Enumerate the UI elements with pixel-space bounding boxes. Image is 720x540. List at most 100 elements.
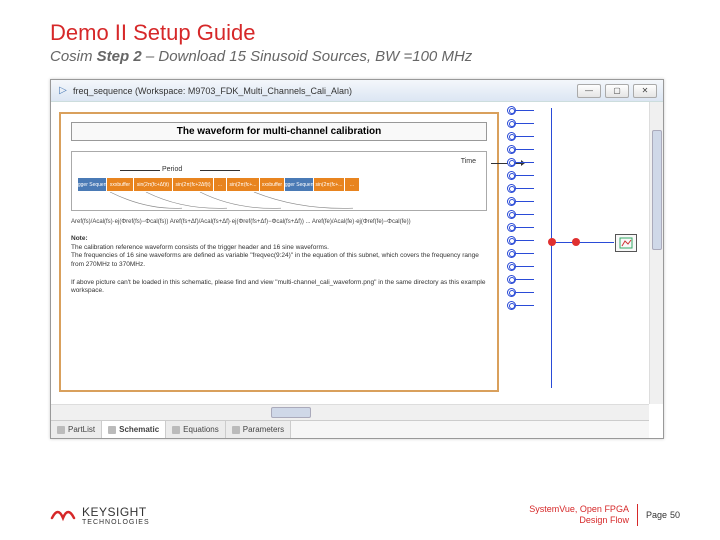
source-icon (507, 262, 516, 271)
keysight-icon (50, 504, 76, 526)
note-box: Note: The calibration reference waveform… (71, 235, 487, 296)
page-number: 50 (670, 510, 680, 520)
waveform-block: sin(2π(fc+... (227, 178, 259, 191)
source-wire (516, 162, 534, 163)
tab-parameters[interactable]: Parameters (226, 421, 291, 438)
window-title: freq_sequence (Workspace: M9703_FDK_Mult… (73, 86, 352, 96)
source-block[interactable] (507, 249, 534, 258)
source-block[interactable] (507, 158, 534, 167)
source-block[interactable] (507, 210, 534, 219)
waveform-block: xxxbuffer (107, 178, 133, 191)
source-icon (507, 106, 516, 115)
source-icon (507, 275, 516, 284)
source-icon (507, 145, 516, 154)
tab-icon (232, 426, 240, 434)
waveform-block: sin(2π(fc+Δf)t) (134, 178, 172, 191)
source-icon (507, 288, 516, 297)
source-icon (507, 236, 516, 245)
subtitle-step: Step 2 (97, 48, 142, 65)
maximize-button[interactable]: ▢ (605, 84, 629, 98)
tab-equations[interactable]: Equations (166, 421, 226, 438)
source-block[interactable] (507, 223, 534, 232)
block-row: Trigger Sequencexxxbuffersin(2π(fc+Δf)t)… (78, 178, 480, 191)
brand-name: KEYSIGHT (82, 505, 147, 519)
waveform-block: Trigger Sequence (78, 178, 106, 191)
slide-subtitle: Cosim Step 2 – Download 15 Sinusoid Sour… (50, 48, 680, 65)
source-wire (516, 201, 534, 202)
connector-curves (92, 192, 452, 210)
source-block[interactable] (507, 171, 534, 180)
source-block[interactable] (507, 119, 534, 128)
waveform-block: xxxbuffer (260, 178, 284, 191)
source-block[interactable] (507, 236, 534, 245)
doc-title: The waveform for multi-channel calibrati… (71, 122, 487, 141)
formula-text: Aref(fs)/Acal(fs)·ej(Φref(fs)−Φcal(fs)) … (71, 219, 487, 227)
slide-footer: KEYSIGHT TECHNOLOGIES SystemVue, Open FP… (50, 504, 680, 526)
tab-label: Equations (183, 425, 219, 434)
note-line: The frequencies of 16 sine waveforms are… (71, 252, 487, 270)
source-block[interactable] (507, 275, 534, 284)
period-label: Period (162, 166, 182, 173)
source-block[interactable] (507, 184, 534, 193)
source-wire (516, 227, 534, 228)
waveform-diagram: Time Period Trigger Sequencexxxbuffersin… (71, 151, 487, 211)
slide-title: Demo II Setup Guide (50, 20, 680, 46)
tab-icon (57, 426, 65, 434)
source-block[interactable] (507, 288, 534, 297)
tab-label: Schematic (119, 425, 159, 434)
source-wire (516, 175, 534, 176)
source-icon (507, 158, 516, 167)
source-wire (516, 123, 534, 124)
product-name: SystemVue, Open FPGA Design Flow (519, 504, 629, 526)
page-label: Page (646, 510, 667, 520)
source-icon (507, 132, 516, 141)
source-block[interactable] (507, 197, 534, 206)
source-block[interactable] (507, 106, 534, 115)
vertical-scrollbar[interactable] (649, 102, 663, 404)
source-icon (507, 249, 516, 258)
tab-icon (108, 426, 116, 434)
close-button[interactable]: ✕ (633, 84, 657, 98)
tab-partlist[interactable]: PartList (51, 421, 102, 438)
source-wire (516, 266, 534, 267)
source-block[interactable] (507, 301, 534, 310)
source-icon (507, 197, 516, 206)
source-wire (516, 136, 534, 137)
schematic-canvas[interactable]: The waveform for multi-channel calibrati… (51, 102, 649, 404)
note-heading: Note: (71, 235, 487, 244)
horizontal-scroll-thumb[interactable] (271, 407, 311, 418)
app-window: ▷ freq_sequence (Workspace: M9703_FDK_Mu… (50, 79, 664, 439)
horizontal-scrollbar[interactable] (51, 404, 649, 420)
waveform-block: sin(2π(fc+2Δf)t) (173, 178, 213, 191)
window-titlebar[interactable]: ▷ freq_sequence (Workspace: M9703_FDK_Mu… (51, 80, 663, 102)
app-icon: ▷ (57, 85, 69, 97)
source-icon (507, 210, 516, 219)
waveform-block: Trigger Sequence (285, 178, 313, 191)
source-block[interactable] (507, 262, 534, 271)
source-wire (516, 214, 534, 215)
source-icon (507, 171, 516, 180)
minimize-button[interactable]: — (577, 84, 601, 98)
source-wire (516, 149, 534, 150)
note-line: If above picture can't be loaded in this… (71, 279, 487, 297)
source-wire (516, 240, 534, 241)
source-block[interactable] (507, 132, 534, 141)
time-arrow-label: Time (461, 158, 476, 165)
vertical-scroll-thumb[interactable] (652, 130, 662, 250)
source-stack (507, 106, 534, 310)
source-icon (507, 184, 516, 193)
bus-connector (552, 242, 614, 243)
waveform-block: ... (345, 178, 359, 191)
tab-icon (172, 426, 180, 434)
tab-label: PartList (68, 425, 95, 434)
source-block[interactable] (507, 145, 534, 154)
source-wire (516, 292, 534, 293)
source-wire (516, 305, 534, 306)
subtitle-suffix: – Download 15 Sinusoid Sources, BW =100 … (142, 48, 473, 65)
source-wire (516, 279, 534, 280)
source-icon (507, 119, 516, 128)
tab-schematic[interactable]: Schematic (102, 421, 166, 438)
sink-block[interactable] (615, 234, 637, 252)
source-icon (507, 301, 516, 310)
waveform-block: ... (214, 178, 226, 191)
